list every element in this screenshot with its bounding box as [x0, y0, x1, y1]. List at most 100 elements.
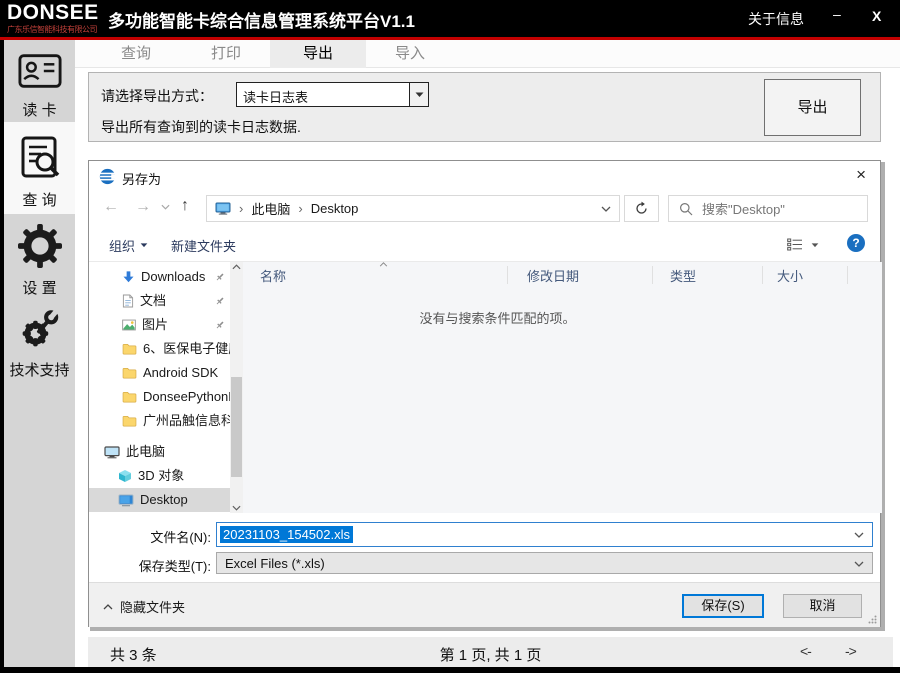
refresh-button[interactable]	[624, 195, 659, 222]
dialog-toolbar: 组织 新建文件夹 ?	[89, 227, 880, 262]
sidebar: 读 卡 查 询 设 置	[4, 40, 75, 667]
sort-ascending-icon	[379, 262, 388, 267]
sidebar-item-label: 读 卡	[4, 99, 75, 120]
tree-item-documents[interactable]: 文档	[89, 289, 230, 313]
export-button[interactable]: 导出	[764, 79, 861, 136]
chevron-down-icon	[140, 243, 148, 248]
export-mode-label: 请选择导出方式：	[101, 86, 213, 106]
main-content: 查询 打印 导出 导入 请选择导出方式： 读卡日志表 导出所有查询到的读卡日志数…	[75, 40, 900, 667]
column-header-name[interactable]: 名称	[260, 266, 286, 285]
tree-item-folder[interactable]: 广州品触信息科技	[89, 409, 230, 433]
tree-item-folder[interactable]: 6、医保电子健康	[89, 337, 230, 361]
tree-item-label: Android SDK （	[143, 361, 230, 385]
downloads-icon	[122, 270, 135, 284]
cancel-button[interactable]: 取消	[783, 594, 862, 618]
dialog-close-icon[interactable]: ×	[856, 165, 866, 185]
tree-item-folder[interactable]: DonseePythonD	[89, 385, 230, 409]
help-icon[interactable]: ?	[847, 234, 865, 252]
file-list-headers: 名称 修改日期 类型 大小	[243, 262, 882, 288]
breadcrumb-separator: ›	[298, 201, 302, 216]
column-header-date-modified[interactable]: 修改日期	[527, 266, 579, 285]
scroll-down-icon[interactable]	[232, 505, 241, 511]
resize-grip[interactable]	[868, 615, 877, 624]
organize-label: 组织	[109, 236, 135, 255]
app-title: 多功能智能卡综合信息管理系统平台V1.1	[108, 7, 415, 32]
tree-item-desktop[interactable]: Desktop	[89, 488, 230, 512]
search-input[interactable]: 搜索"Desktop"	[668, 195, 868, 222]
chevron-up-icon	[103, 604, 113, 610]
tab-print[interactable]: 打印	[178, 40, 274, 68]
address-dropdown-chevron-icon[interactable]	[601, 206, 611, 212]
pictures-icon	[122, 319, 136, 331]
sidebar-item-label: 设 置	[4, 277, 75, 298]
save-type-select[interactable]: Excel Files (*.xls)	[216, 552, 873, 574]
cube-3d-icon	[118, 469, 132, 483]
tree-item-label: 广州品触信息科技	[143, 409, 230, 433]
sidebar-item-read-card[interactable]: 读 卡	[4, 48, 75, 120]
status-bar: 共 3 条 第 1 页, 共 1 页 <- ->	[88, 637, 893, 667]
up-icon[interactable]: ↑	[181, 197, 189, 215]
location-computer-icon	[215, 202, 231, 215]
pin-icon	[215, 272, 225, 282]
new-folder-button[interactable]: 新建文件夹	[171, 236, 236, 255]
column-header-type[interactable]: 类型	[670, 266, 696, 285]
breadcrumb-desktop[interactable]: Desktop	[311, 201, 359, 216]
forward-icon[interactable]: →	[135, 198, 151, 216]
view-mode-chevron-icon[interactable]	[811, 243, 819, 248]
column-divider	[847, 266, 848, 284]
organize-menu[interactable]: 组织	[109, 236, 148, 255]
address-bar[interactable]: › 此电脑 › Desktop	[206, 195, 620, 222]
tab-query[interactable]: 查询	[88, 40, 184, 68]
minimize-button[interactable]: –	[833, 6, 841, 22]
dropdown-arrow-icon[interactable]	[409, 83, 428, 106]
close-window-button[interactable]: X	[872, 8, 881, 24]
column-divider	[652, 266, 653, 284]
save-button[interactable]: 保存(S)	[682, 594, 764, 618]
dialog-body: Downloads 文档 图片	[89, 262, 880, 513]
view-mode-icon[interactable]	[787, 238, 803, 251]
save-type-chevron-icon[interactable]	[854, 561, 864, 567]
previous-page-button[interactable]: <-	[800, 643, 811, 659]
folder-icon	[122, 343, 137, 355]
save-as-dialog: 另存为 × ← → ↑ › 此电脑 › Desktop	[88, 160, 881, 627]
tree-item-folder[interactable]: Android SDK （	[89, 361, 230, 385]
app-logo: DONSEE 广东乐信智能科技有限公司	[7, 2, 105, 35]
sidebar-item-support[interactable]: 技术支持	[4, 306, 75, 382]
about-button[interactable]: 关于信息	[748, 9, 804, 29]
app-logo-subtext: 广东乐信智能科技有限公司	[7, 24, 105, 35]
breadcrumb-this-pc[interactable]: 此电脑	[251, 199, 290, 218]
save-type-label: 保存类型(T):	[101, 556, 211, 575]
export-mode-value: 读卡日志表	[243, 87, 308, 106]
save-type-value: Excel Files (*.xls)	[225, 556, 325, 571]
tree-scrollbar[interactable]	[230, 262, 243, 513]
hide-folders-button[interactable]: 隐藏文件夹	[103, 597, 185, 616]
export-mode-select[interactable]: 读卡日志表	[236, 82, 429, 107]
tab-export[interactable]: 导出	[270, 40, 366, 68]
next-page-button[interactable]: ->	[845, 643, 856, 659]
filename-input[interactable]: 20231103_154502.xls	[216, 522, 873, 547]
tree-item-this-pc[interactable]: 此电脑	[89, 440, 230, 464]
tree-item-pictures[interactable]: 图片	[89, 313, 230, 337]
search-placeholder: 搜索"Desktop"	[702, 199, 785, 218]
dialog-nav-row: ← → ↑ › 此电脑 › Desktop	[89, 191, 880, 227]
app-logo-text: DONSEE	[7, 2, 105, 24]
tree-item-label: DonseePythonD	[143, 385, 230, 409]
back-icon[interactable]: ←	[103, 198, 119, 216]
column-header-size[interactable]: 大小	[777, 266, 803, 285]
tree-item-downloads[interactable]: Downloads	[89, 265, 230, 289]
recent-locations-chevron-icon[interactable]	[161, 204, 170, 210]
tab-import[interactable]: 导入	[362, 40, 458, 68]
sidebar-item-label: 查 询	[4, 189, 75, 210]
desktop-icon	[118, 494, 134, 507]
scrollbar-thumb[interactable]	[231, 377, 242, 477]
sidebar-item-query[interactable]: 查 询	[4, 122, 75, 214]
export-panel: 请选择导出方式： 读卡日志表 导出所有查询到的读卡日志数据. 导出	[88, 72, 881, 142]
file-list: 名称 修改日期 类型 大小 没有与搜索条件匹配的项。	[243, 262, 882, 513]
scroll-up-icon[interactable]	[232, 264, 241, 270]
tree-item-3d-objects[interactable]: 3D 对象	[89, 464, 230, 488]
tree-item-label: 文档	[140, 289, 166, 313]
refresh-icon	[634, 201, 649, 216]
hide-folders-label: 隐藏文件夹	[120, 597, 185, 616]
sidebar-item-settings[interactable]: 设 置	[4, 222, 75, 296]
filename-dropdown-chevron-icon[interactable]	[854, 532, 864, 538]
